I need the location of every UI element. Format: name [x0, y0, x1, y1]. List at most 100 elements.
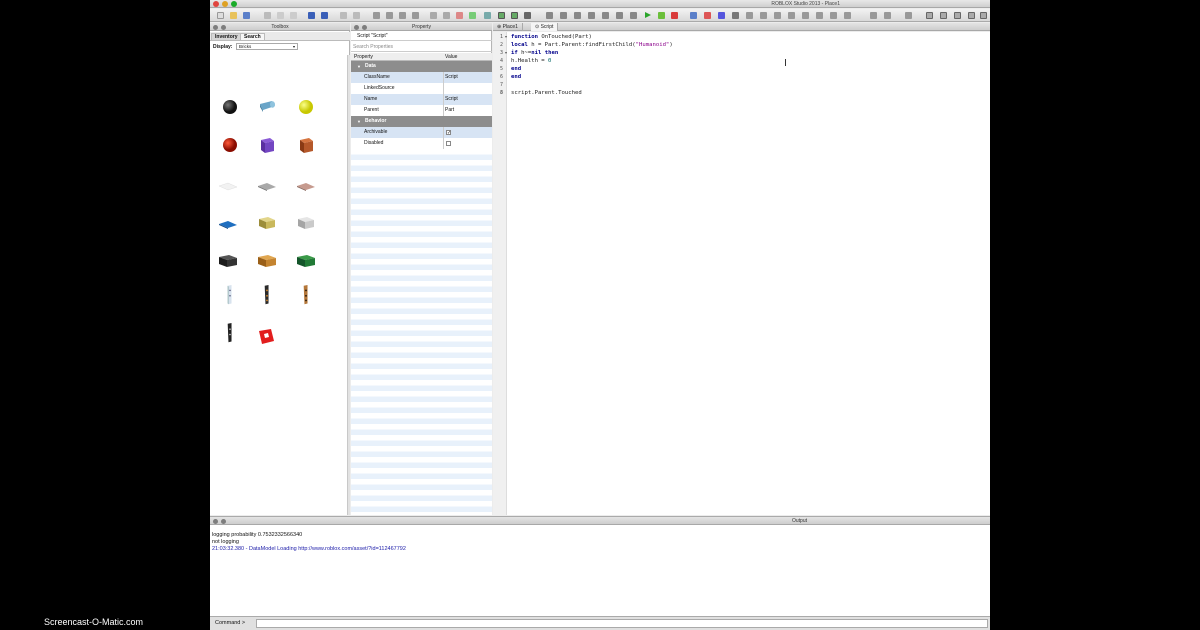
tool-icon[interactable]	[484, 12, 491, 19]
view-toggle-icon[interactable]	[524, 12, 531, 19]
select-icon[interactable]	[690, 12, 697, 19]
panel-icon[interactable]	[940, 12, 947, 19]
open-folder-icon[interactable]	[230, 12, 237, 19]
tool-icon[interactable]	[774, 12, 781, 19]
script-editor[interactable]: 1 2 3 4 5 6 7 8 ▾ ▾ function OnTouched(P…	[493, 32, 990, 515]
arrow-icon[interactable]	[616, 12, 623, 19]
brick-black-pillar[interactable]	[257, 285, 277, 305]
panel-icon[interactable]	[954, 12, 961, 19]
property-row-name[interactable]: Name Script	[351, 94, 492, 105]
brick-wood-pillar[interactable]	[296, 285, 316, 305]
rotate-icon[interactable]	[732, 12, 739, 19]
zoom-window-button[interactable]	[231, 1, 237, 7]
search-properties-input[interactable]: Search Properties	[351, 42, 492, 52]
archivable-checkbox[interactable]: ✓	[446, 130, 451, 136]
tool-icon[interactable]	[760, 12, 767, 19]
pin-panel-icon[interactable]	[362, 24, 367, 30]
tool-icon[interactable]	[746, 12, 753, 19]
play-icon[interactable]	[645, 12, 651, 18]
pin-panel-icon[interactable]	[221, 24, 226, 30]
close-window-button[interactable]	[213, 1, 219, 7]
close-panel-icon[interactable]	[213, 518, 218, 524]
brick-gray-plate[interactable]	[257, 177, 277, 197]
brick-white-pillar[interactable]	[220, 285, 240, 305]
tab-search[interactable]: Search	[240, 33, 265, 40]
close-panel-icon[interactable]	[354, 24, 359, 30]
tool-icon[interactable]	[412, 12, 419, 19]
arrow-icon[interactable]	[588, 12, 595, 19]
brick-orange-cube[interactable]	[296, 135, 316, 155]
brick-yellow-sphere[interactable]	[296, 97, 316, 117]
new-file-icon[interactable]	[217, 12, 224, 19]
minimize-window-button[interactable]	[222, 1, 228, 7]
property-value[interactable]: Script	[445, 94, 458, 105]
property-row-parent[interactable]: Parent Part	[351, 105, 492, 116]
brick-white-plate[interactable]	[218, 177, 238, 197]
property-row-classname[interactable]: ClassName Script	[351, 72, 492, 83]
brick-black-sphere[interactable]	[220, 97, 240, 117]
arrow-icon[interactable]	[546, 12, 553, 19]
arrow-icon[interactable]	[602, 12, 609, 19]
arrow-icon[interactable]	[630, 12, 637, 19]
section-data[interactable]: ▼ Data	[351, 61, 492, 72]
panel-icon[interactable]	[980, 12, 987, 19]
fold-triangle-icon[interactable]: ▾	[505, 34, 507, 39]
pause-icon[interactable]	[658, 12, 665, 19]
tool-icon[interactable]	[802, 12, 809, 19]
brick-red-sphere[interactable]	[220, 135, 240, 155]
tab-inventory[interactable]: Inventory	[211, 33, 242, 40]
tool-icon[interactable]	[340, 12, 347, 19]
close-panel-icon[interactable]	[213, 24, 218, 30]
arrow-icon[interactable]	[560, 12, 567, 19]
pin-panel-icon[interactable]	[221, 518, 226, 524]
brick-blue-plate[interactable]	[218, 215, 238, 235]
panel-icon[interactable]	[968, 12, 975, 19]
panel-icon[interactable]	[926, 12, 933, 19]
tool-icon[interactable]	[430, 12, 437, 19]
tool-icon[interactable]	[399, 12, 406, 19]
view-toggle-icon[interactable]	[511, 12, 518, 19]
tool-icon[interactable]	[469, 12, 476, 19]
save-icon[interactable]	[243, 12, 250, 19]
tool-icon[interactable]	[456, 12, 463, 19]
undo-icon[interactable]	[308, 12, 315, 19]
copy-icon[interactable]	[277, 12, 284, 19]
move-icon[interactable]	[704, 12, 711, 19]
tool-icon[interactable]	[884, 12, 891, 19]
brick-gold-block[interactable]	[257, 213, 277, 233]
anchor-icon[interactable]	[844, 12, 851, 19]
tab-place1[interactable]: ⊕ Place1	[493, 23, 523, 31]
property-row-disabled[interactable]: Disabled	[351, 138, 492, 149]
move-icon[interactable]	[718, 12, 725, 19]
tool-icon[interactable]	[870, 12, 877, 19]
fold-triangle-icon[interactable]: ▾	[505, 50, 507, 55]
roblox-studio-logo-icon[interactable]	[256, 327, 276, 347]
brick-blue-cylinder[interactable]	[257, 97, 277, 117]
toolbox-scrollbar[interactable]	[347, 55, 350, 515]
tool-icon[interactable]	[788, 12, 795, 19]
brick-silver-block[interactable]	[296, 213, 316, 233]
section-behavior[interactable]: ▼ Behavior	[351, 116, 492, 127]
disabled-checkbox[interactable]	[446, 141, 451, 146]
brick-green-block[interactable]	[296, 251, 316, 271]
property-row-archivable[interactable]: Archivable ✓	[351, 127, 492, 138]
view-toggle-icon[interactable]	[498, 12, 505, 19]
display-select[interactable]: Bricks ▾	[236, 43, 298, 50]
tool-icon[interactable]	[353, 12, 360, 19]
brick-pink-plate[interactable]	[296, 177, 316, 197]
redo-icon[interactable]	[321, 12, 328, 19]
brick-purple-cube[interactable]	[257, 135, 277, 155]
brick-dark-block[interactable]	[218, 251, 238, 271]
tool-icon[interactable]	[816, 12, 823, 19]
arrow-icon[interactable]	[574, 12, 581, 19]
tool-icon[interactable]	[443, 12, 450, 19]
brick-wood-block[interactable]	[257, 251, 277, 271]
tool-icon[interactable]	[373, 12, 380, 19]
tool-icon[interactable]	[830, 12, 837, 19]
command-input[interactable]	[256, 619, 988, 628]
tool-icon[interactable]	[386, 12, 393, 19]
paste-icon[interactable]	[290, 12, 297, 19]
property-row-linkedsource[interactable]: LinkedSource	[351, 83, 492, 94]
stop-icon[interactable]	[671, 12, 678, 19]
cut-icon[interactable]	[264, 12, 271, 19]
